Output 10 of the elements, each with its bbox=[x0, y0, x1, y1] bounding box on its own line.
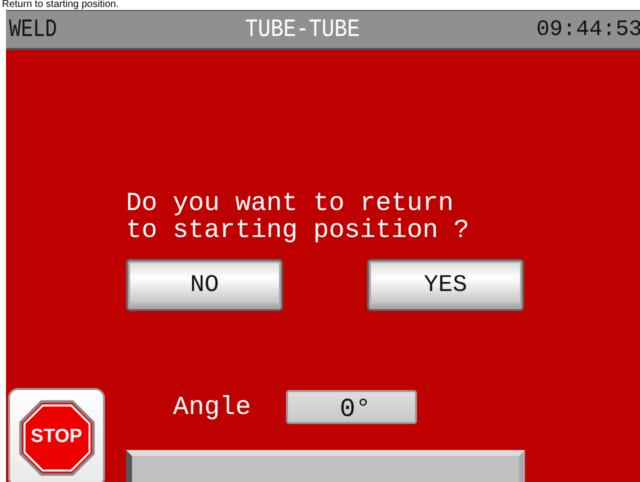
angle-label: Angle bbox=[173, 392, 252, 422]
dialog-button[interactable]: YES bbox=[367, 259, 524, 311]
screen-title: TUBE-TUBE bbox=[245, 15, 360, 44]
mode-label: WELD bbox=[9, 15, 58, 44]
stop-sign-icon bbox=[18, 399, 96, 477]
question-text: Do you want to return to starting position ? bbox=[125, 190, 470, 244]
caption-text: Return to starting position. bbox=[1, 0, 119, 10]
angle-field: 0° bbox=[286, 390, 417, 424]
dialog-button[interactable]: NO bbox=[126, 259, 283, 311]
stop-button[interactable]: STOP bbox=[8, 388, 105, 482]
